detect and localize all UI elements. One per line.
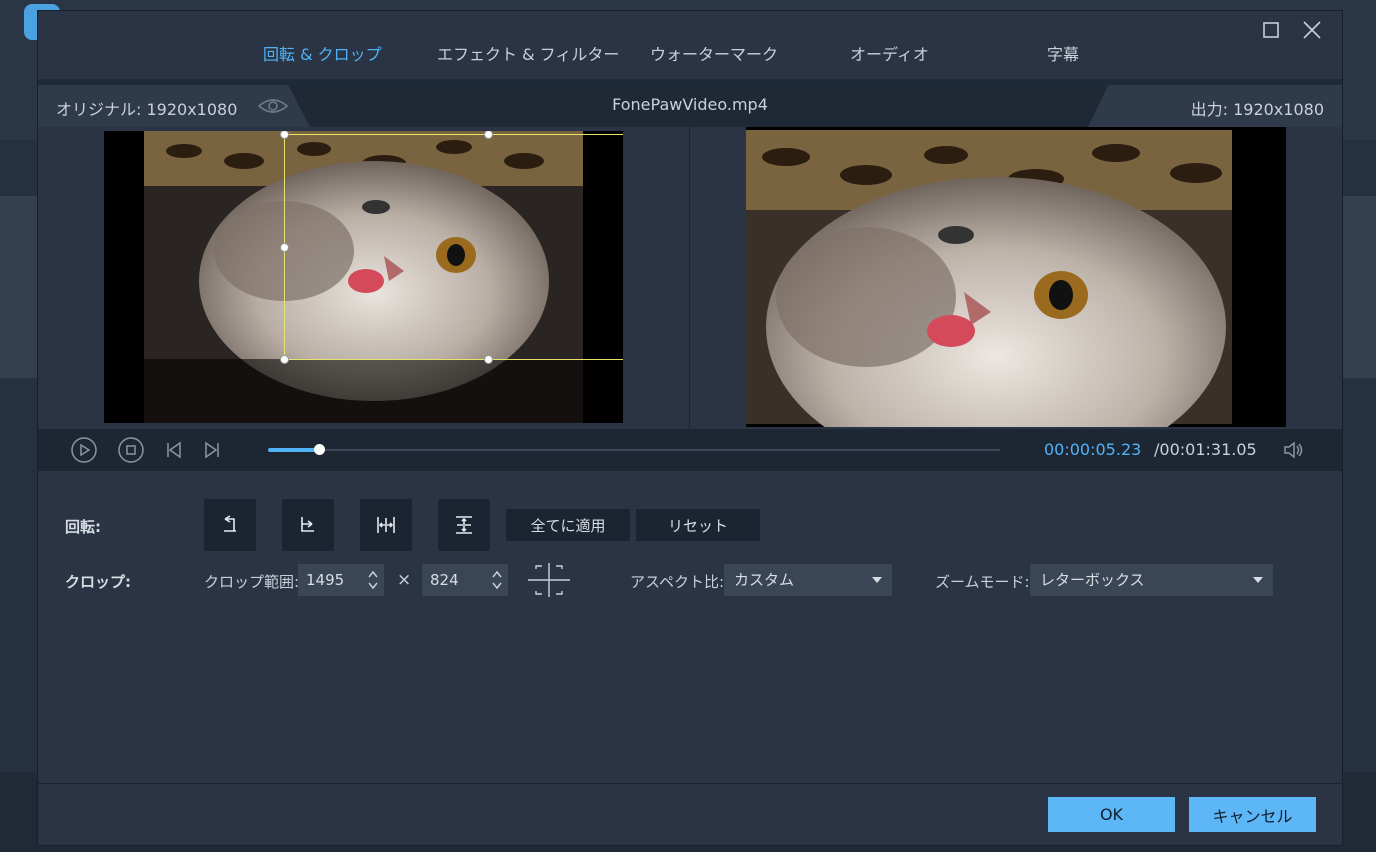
crop-handle-bottom[interactable] <box>484 355 493 364</box>
aspect-ratio-label: アスペクト比: <box>630 573 725 591</box>
zoom-mode-select[interactable]: レターボックス <box>1030 564 1273 596</box>
pane-divider <box>689 127 690 429</box>
zoom-mode-label: ズームモード: <box>935 573 1030 591</box>
crop-range-label: クロップ範囲: <box>204 573 300 591</box>
close-icon <box>1303 21 1321 39</box>
crop-label: クロップ: <box>65 573 131 591</box>
tab-rotate-crop[interactable]: 回転 & クロップ <box>263 41 382 65</box>
maximize-button[interactable] <box>1258 17 1284 43</box>
ok-button[interactable]: OK <box>1048 797 1175 832</box>
flip-horizontal-button[interactable] <box>360 499 412 551</box>
dialog-titlebar: 回転 & クロップ エフェクト & フィルター ウォーターマーク オーディオ 字… <box>38 11 1342 79</box>
controls-panel: 回転: 全てに適用 リセット クロップ: クロップ範囲: 1495 × 824 <box>38 471 1342 783</box>
cat-image-output <box>746 127 1286 427</box>
total-time: /00:01:31.05 <box>1154 440 1257 459</box>
progress-fill <box>268 448 319 452</box>
skip-back-icon <box>167 441 181 459</box>
rotate-left-icon <box>224 515 236 532</box>
times-symbol: × <box>397 570 412 590</box>
increment-icon[interactable] <box>492 570 502 578</box>
aspect-ratio-value: カスタム <box>734 571 795 589</box>
playback-bar: 00:00:05.23 /00:01:31.05 <box>38 429 1342 471</box>
output-preview <box>746 127 1286 427</box>
tab-subtitles[interactable]: 字幕 <box>1047 41 1079 65</box>
preview-header: オリジナル: 1920x1080 FonePawVideo.mp4 出力: 19… <box>38 85 1342 127</box>
volume-icon[interactable] <box>1282 439 1306 461</box>
close-button[interactable] <box>1299 17 1325 43</box>
stop-button[interactable] <box>118 437 144 463</box>
crop-handle-top-left[interactable] <box>280 131 289 139</box>
preview-area <box>38 127 1342 429</box>
flip-vertical-icon <box>456 516 472 534</box>
crop-handle-bottom-left[interactable] <box>280 355 289 364</box>
zoom-mode-value: レターボックス <box>1040 571 1145 589</box>
crop-width-value: 1495 <box>306 571 345 589</box>
tab-audio[interactable]: オーディオ <box>850 41 929 65</box>
play-button[interactable] <box>71 437 97 463</box>
rotate-right-icon <box>301 517 314 532</box>
footer-divider <box>38 783 1342 784</box>
rotate-right-button[interactable] <box>282 499 334 551</box>
tab-watermark[interactable]: ウォーターマーク <box>650 41 778 65</box>
previous-frame-button[interactable] <box>161 437 187 463</box>
chevron-down-icon <box>872 577 882 583</box>
center-crop-icon[interactable] <box>526 561 572 599</box>
crop-handle-left[interactable] <box>280 243 289 252</box>
skip-forward-icon <box>205 441 219 459</box>
tab-effects-filters[interactable]: エフェクト & フィルター <box>437 41 619 65</box>
edit-dialog: 回転 & クロップ エフェクト & フィルター ウォーターマーク オーディオ 字… <box>37 10 1343 846</box>
next-frame-button[interactable] <box>199 437 225 463</box>
progress-track[interactable] <box>268 449 1000 451</box>
stop-icon <box>118 437 144 463</box>
cancel-button[interactable]: キャンセル <box>1189 797 1316 832</box>
crop-width-input[interactable]: 1495 <box>298 564 384 596</box>
rotate-label: 回転: <box>65 518 101 536</box>
flip-vertical-button[interactable] <box>438 499 490 551</box>
original-preview <box>104 131 623 423</box>
reset-button[interactable]: リセット <box>636 509 760 541</box>
maximize-icon <box>1263 22 1279 38</box>
apply-all-button[interactable]: 全てに適用 <box>506 509 630 541</box>
decrement-icon[interactable] <box>368 582 378 590</box>
output-resolution: 出力: 1920x1080 <box>1190 100 1324 119</box>
rotate-left-button[interactable] <box>204 499 256 551</box>
aspect-ratio-select[interactable]: カスタム <box>724 564 892 596</box>
chevron-down-icon <box>1253 577 1263 583</box>
crop-height-value: 824 <box>430 571 459 589</box>
crop-selection-box[interactable] <box>280 131 623 364</box>
crop-handle-top[interactable] <box>484 131 493 139</box>
play-icon <box>71 437 97 463</box>
flip-horizontal-icon <box>377 517 395 533</box>
decrement-icon[interactable] <box>492 582 502 590</box>
progress-knob[interactable] <box>314 444 325 455</box>
current-time: 00:00:05.23 <box>1044 440 1142 459</box>
increment-icon[interactable] <box>368 570 378 578</box>
crop-height-input[interactable]: 824 <box>422 564 508 596</box>
edit-tabs: 回転 & クロップ エフェクト & フィルター ウォーターマーク オーディオ 字… <box>38 41 1138 71</box>
